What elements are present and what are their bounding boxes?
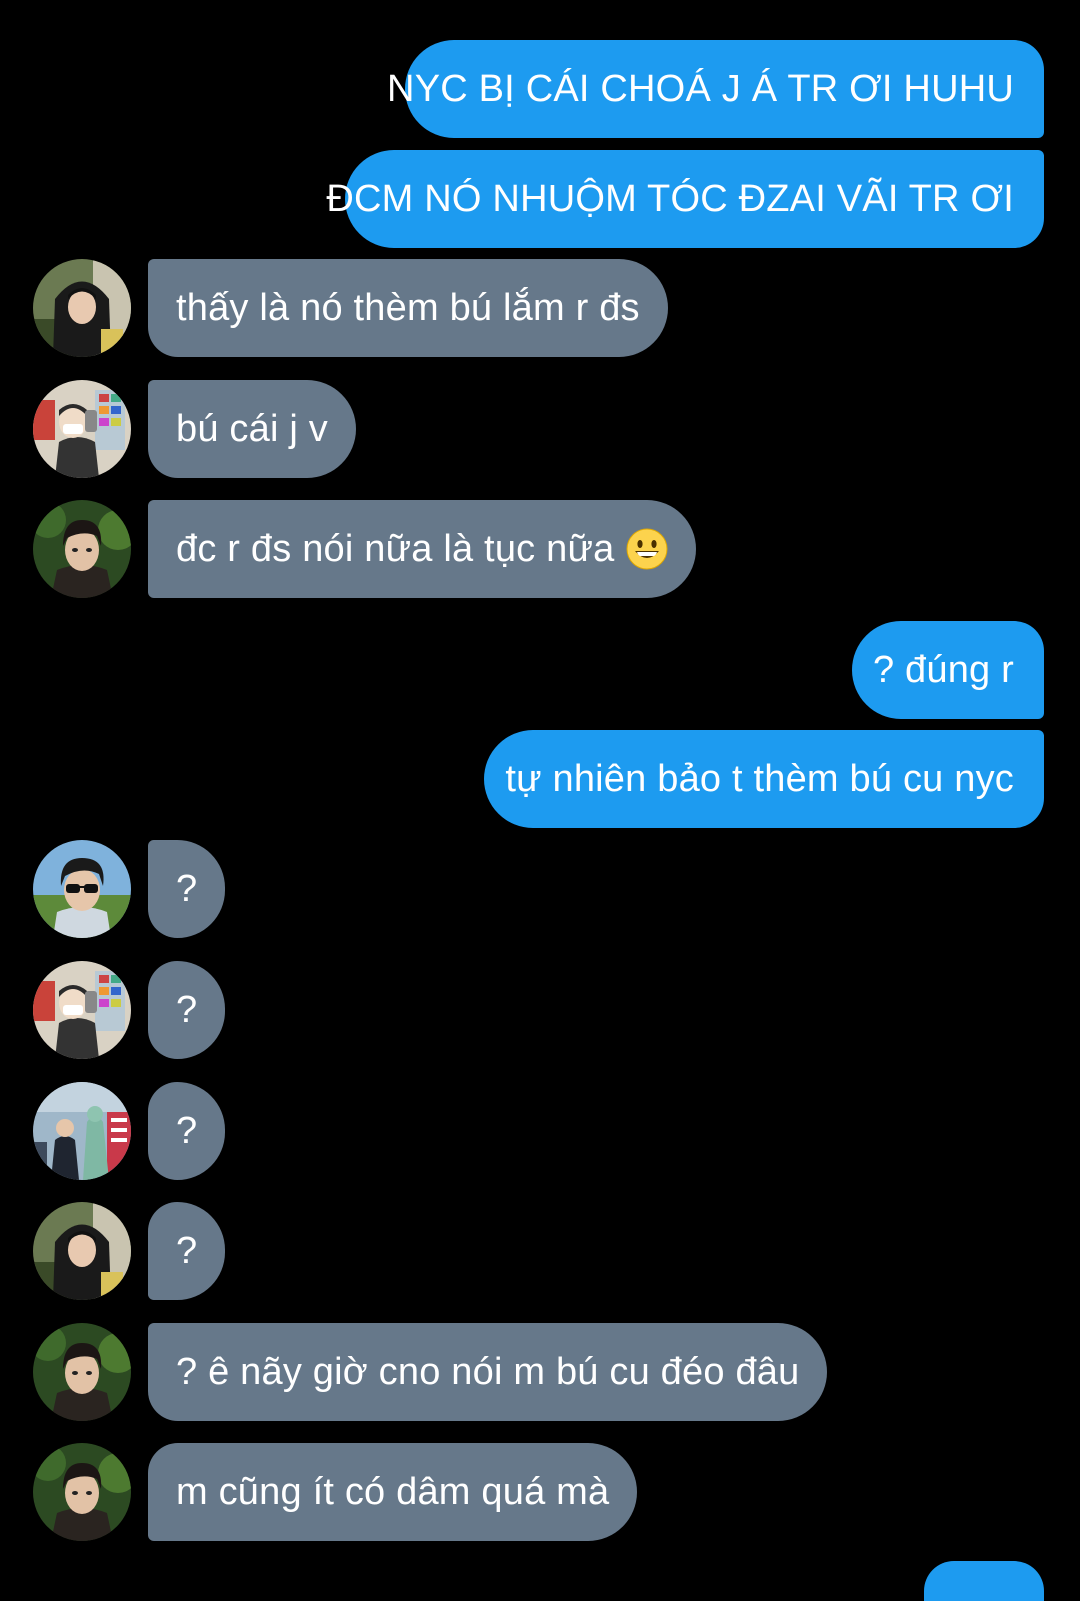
message-bubble[interactable]: bú cái j v <box>148 380 356 478</box>
chat-thread: NYC BỊ CÁI CHOÁ J Á TR ƠI HUHU ĐCM NÓ NH… <box>0 0 1080 1601</box>
grinning-face-emoji <box>626 528 668 570</box>
message-bubble[interactable]: thấy là nó thèm bú lắm r đs <box>148 259 668 357</box>
received-message[interactable]: thấy là nó thèm bú lắm r đs <box>33 259 668 357</box>
message-bubble[interactable]: NYC BỊ CÁI CHOÁ J Á TR ƠI HUHU <box>387 40 1044 138</box>
received-message[interactable]: bú cái j v <box>33 380 356 478</box>
received-message[interactable]: ? <box>33 961 226 1059</box>
avatar-statue-photo[interactable] <box>33 1082 131 1180</box>
received-message[interactable]: ? <box>33 1082 226 1180</box>
message-bubble[interactable]: tự nhiên bảo t thèm bú cu nyc <box>484 730 1044 828</box>
avatar-hoodie[interactable] <box>33 1202 131 1300</box>
sent-message-partial[interactable] <box>924 1561 1044 1601</box>
message-bubble[interactable]: ĐCM NÓ NHUỘM TÓC ĐZAI VÃI TR ƠI <box>326 150 1044 248</box>
avatar-hoodie[interactable] <box>33 259 131 357</box>
message-bubble[interactable]: m cũng ít có dâm quá mà <box>148 1443 638 1541</box>
sent-message[interactable]: tự nhiên bảo t thèm bú cu nyc <box>484 730 1044 828</box>
message-bubble[interactable]: ? <box>148 1202 226 1300</box>
received-message[interactable]: đc r đs nói nữa là tục nữa <box>33 500 697 598</box>
sent-message[interactable]: NYC BỊ CÁI CHOÁ J Á TR ƠI HUHU <box>387 40 1044 138</box>
avatar-sunglasses[interactable] <box>33 840 131 938</box>
message-bubble[interactable]: ? ê nãy giờ cno nói m bú cu đéo đâu <box>148 1323 828 1421</box>
received-message[interactable]: m cũng ít có dâm quá mà <box>33 1443 638 1541</box>
sent-message[interactable]: ? đúng r <box>852 621 1044 719</box>
message-bubble[interactable]: ? <box>148 840 226 938</box>
avatar-mirror-selfie[interactable] <box>33 380 131 478</box>
message-bubble[interactable]: đc r đs nói nữa là tục nữa <box>148 500 697 598</box>
received-message[interactable]: ? <box>33 840 226 938</box>
avatar-portrait[interactable] <box>33 500 131 598</box>
message-bubble[interactable]: ? <box>148 961 226 1059</box>
avatar-portrait[interactable] <box>33 1323 131 1421</box>
received-message[interactable]: ? <box>33 1202 226 1300</box>
message-bubble[interactable]: ? đúng r <box>852 621 1044 719</box>
received-message[interactable]: ? ê nãy giờ cno nói m bú cu đéo đâu <box>33 1323 828 1421</box>
sent-message[interactable]: ĐCM NÓ NHUỘM TÓC ĐZAI VÃI TR ƠI <box>326 150 1044 248</box>
avatar-mirror-selfie[interactable] <box>33 961 131 1059</box>
avatar-portrait[interactable] <box>33 1443 131 1541</box>
message-bubble[interactable]: ? <box>148 1082 226 1180</box>
message-text: đc r đs nói nữa là tục nữa <box>176 527 615 570</box>
